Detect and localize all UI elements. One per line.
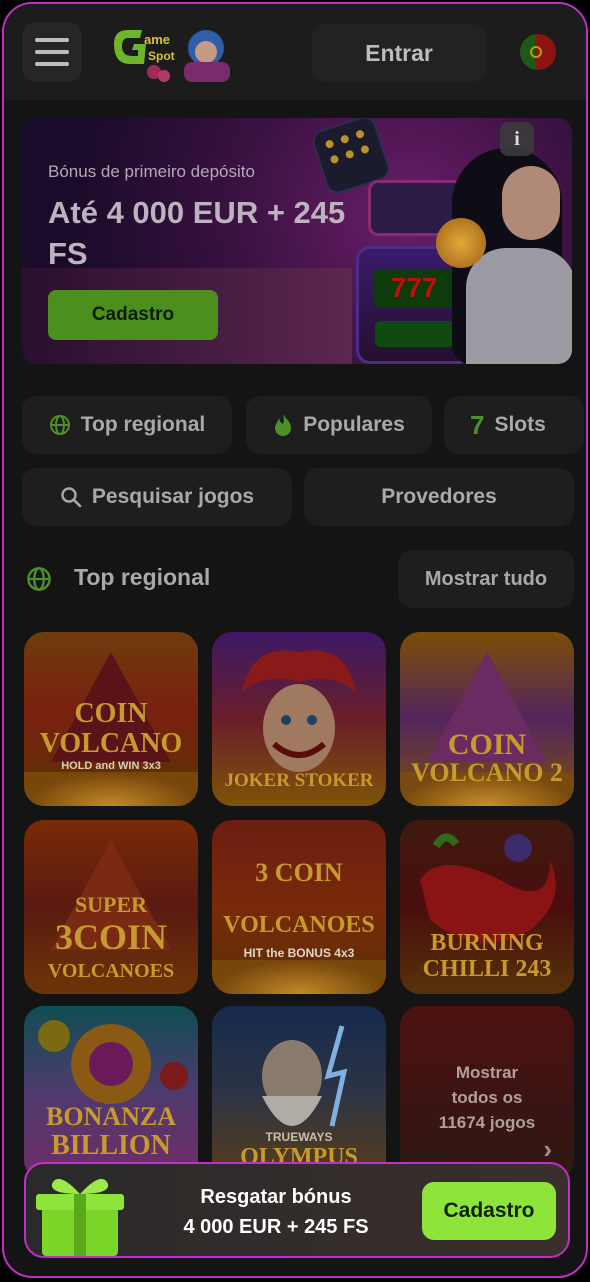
- info-icon[interactable]: i: [500, 122, 534, 156]
- gamespot-logo[interactable]: ame Spot: [108, 22, 236, 84]
- game-title: VOLCANOES: [223, 912, 375, 938]
- slot-reels: 777: [373, 269, 455, 307]
- hamburger-menu-icon-line: [35, 50, 69, 54]
- chip-slots-label: Slots: [494, 413, 546, 436]
- hamburger-menu-icon: [35, 38, 69, 42]
- search-games-label: Pesquisar jogos: [91, 485, 255, 508]
- search-games-button[interactable]: Pesquisar jogos: [22, 468, 292, 526]
- banner-register-button[interactable]: Cadastro: [48, 290, 218, 340]
- game-tile-bonanza-billion[interactable]: BONANZA BILLION: [24, 1006, 198, 1180]
- game-title: SUPER: [74, 892, 148, 917]
- coins-art: [24, 772, 198, 806]
- chevron-right-icon: ›: [543, 1134, 552, 1164]
- show-all-line: Mostrar: [455, 1063, 519, 1082]
- show-all-count: 11674 jogos: [438, 1113, 536, 1132]
- section-header: Top regional Mostrar tudo: [22, 550, 574, 608]
- slot-button: [375, 321, 455, 347]
- chip-popular[interactable]: Populares: [246, 396, 432, 454]
- game-tile-coin-volcano-2[interactable]: COIN VOLCANO 2: [400, 632, 574, 806]
- gold-coin-icon: [436, 218, 486, 268]
- globe-icon: [49, 415, 70, 435]
- portugal-flag-icon[interactable]: [520, 34, 556, 70]
- top-bar: ame Spot Entrar: [4, 4, 586, 100]
- chip-popular-label: Populares: [303, 413, 405, 436]
- show-all-button[interactable]: Mostrar tudo: [398, 550, 574, 608]
- hamburger-menu-icon-line: [35, 62, 69, 66]
- game-badge: HIT the BONUS 4x3: [243, 946, 355, 960]
- providers-label: Provedores: [381, 485, 497, 508]
- seven-icon: 7: [470, 409, 485, 440]
- svg-text:Spot: Spot: [148, 49, 175, 63]
- game-title: COIN: [447, 728, 527, 761]
- banner-title: Até 4 000 EUR + 245 FS: [48, 195, 346, 271]
- mascot-face: [502, 166, 560, 240]
- banner-subtitle: Bónus de primeiro depósito: [48, 162, 255, 181]
- game-title: VOLCANO 2: [411, 758, 563, 787]
- svg-text:ame: ame: [144, 32, 170, 47]
- game-tile-burning-chilli-243[interactable]: BURNING CHILLI 243: [400, 820, 574, 994]
- show-all-line: todos os: [451, 1088, 523, 1107]
- game-title: BONANZA: [45, 1102, 176, 1131]
- show-all-games-text: Mostrar todos os 11674 jogos: [400, 1060, 574, 1135]
- flame-icon: [275, 414, 292, 436]
- coins-art: [212, 960, 386, 994]
- chip-top-regional-label: Top regional: [80, 413, 206, 436]
- search-icon: [61, 487, 82, 508]
- game-title: 3COIN: [54, 917, 167, 957]
- promo-banner[interactable]: 777 i Bónus de primeiro depósito Até 4 0…: [22, 118, 572, 364]
- menu-button[interactable]: [22, 22, 82, 82]
- bonus-title: Resgatar bónus: [200, 1186, 352, 1208]
- game-title: 3 COIN: [255, 858, 343, 887]
- game-tile-coin-volcano[interactable]: COIN VOLCANO HOLD and WIN 3x3: [24, 632, 198, 806]
- game-title: BILLION: [51, 1130, 171, 1161]
- bonus-text: Resgatar bónus 4 000 EUR + 245 FS: [146, 1182, 406, 1242]
- section-title: Top regional: [74, 564, 211, 590]
- bonus-register-button[interactable]: Cadastro: [422, 1182, 556, 1240]
- game-title: BURNING: [430, 930, 544, 956]
- chip-slots[interactable]: 7 Slots: [444, 396, 584, 454]
- providers-button[interactable]: Provedores: [304, 468, 574, 526]
- game-tile-super-3-coin-volcanoes[interactable]: SUPER 3COIN VOLCANOES: [24, 820, 198, 994]
- login-button[interactable]: Entrar: [312, 24, 486, 82]
- game-tile-trueways-olympus[interactable]: TRUEWAYS OLYMPUS: [212, 1006, 386, 1180]
- game-title: VOLCANOES: [47, 960, 175, 982]
- show-all-games-tile[interactable]: Mostrar todos os 11674 jogos ›: [400, 1006, 574, 1180]
- chip-top-regional[interactable]: Top regional: [22, 396, 232, 454]
- app-screen: ame Spot Entrar 777 i Bónus de primeiro …: [2, 2, 588, 1278]
- game-title: VOLCANO: [39, 728, 183, 759]
- game-title: JOKER STOKER: [224, 770, 374, 791]
- game-subtitle: TRUEWAYS: [265, 1130, 333, 1144]
- globe-icon: [27, 567, 51, 591]
- mascot-body: [466, 248, 572, 364]
- game-tile-joker-stoker[interactable]: JOKER STOKER: [212, 632, 386, 806]
- bonus-bar: Resgatar bónus 4 000 EUR + 245 FS Cadast…: [24, 1162, 570, 1258]
- game-tile-3-coin-volcanoes[interactable]: 3 COIN VOLCANOES HIT the BONUS 4x3: [212, 820, 386, 994]
- gift-box-icon: [36, 1178, 124, 1256]
- game-badge: HOLD and WIN 3x3: [61, 760, 161, 772]
- game-title: COIN: [74, 698, 148, 729]
- bonus-amount: 4 000 EUR + 245 FS: [183, 1216, 369, 1238]
- game-title: CHILLI 243: [422, 956, 552, 982]
